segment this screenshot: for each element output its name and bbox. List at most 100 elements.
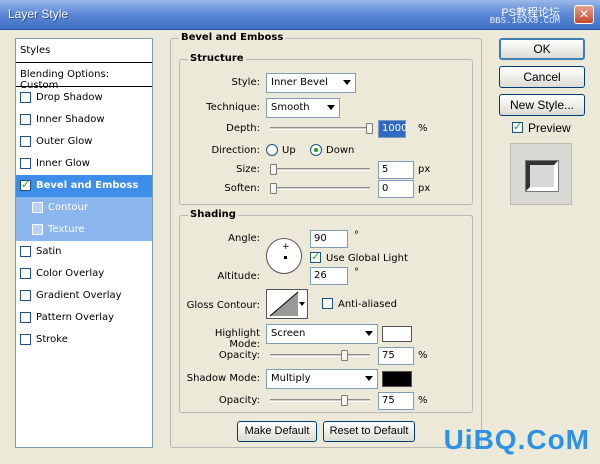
style-checkbox-inner-glow[interactable] bbox=[20, 158, 31, 169]
shadow-opacity-input[interactable]: 75 bbox=[378, 392, 414, 410]
highlight-mode-label: Highlight Mode: bbox=[214, 328, 260, 350]
anti-aliased-label: Anti-aliased bbox=[338, 299, 398, 310]
style-checkbox-bevel-and-emboss[interactable] bbox=[20, 178, 31, 191]
direction-up-label: Up bbox=[282, 145, 296, 156]
depth-unit: % bbox=[418, 123, 428, 134]
style-item-outer-glow[interactable]: Outer Glow bbox=[16, 131, 152, 153]
size-label: Size: bbox=[236, 164, 260, 175]
soften-unit: px bbox=[418, 183, 431, 194]
preview-label: Preview bbox=[528, 121, 571, 135]
technique-label: Technique: bbox=[206, 102, 260, 113]
style-item-label: Drop Shadow bbox=[36, 92, 103, 103]
size-slider-thumb[interactable] bbox=[270, 164, 277, 175]
style-item-label: Pattern Overlay bbox=[36, 312, 115, 323]
direction-label: Direction: bbox=[211, 145, 260, 156]
style-checkbox-satin[interactable] bbox=[20, 246, 31, 257]
reset-to-default-button[interactable]: Reset to Default bbox=[323, 421, 415, 442]
highlight-opacity-input[interactable]: 75 bbox=[378, 347, 414, 365]
style-item-label: Bevel and Emboss bbox=[36, 180, 139, 191]
style-item-label: Inner Glow bbox=[36, 158, 90, 169]
soften-label: Soften: bbox=[224, 183, 260, 194]
size-slider[interactable] bbox=[270, 168, 370, 171]
style-item-stroke[interactable]: Stroke bbox=[16, 329, 152, 351]
highlight-opacity-slider[interactable] bbox=[270, 354, 370, 357]
shadow-opacity-label: Opacity: bbox=[218, 395, 260, 406]
style-checkbox-contour[interactable] bbox=[32, 202, 43, 213]
angle-input[interactable]: 90 bbox=[310, 230, 348, 248]
angle-center-dot bbox=[284, 256, 287, 259]
style-checkbox-outer-glow[interactable] bbox=[20, 136, 31, 147]
style-item-color-overlay[interactable]: Color Overlay bbox=[16, 263, 152, 285]
styles-header[interactable]: Styles bbox=[16, 39, 152, 63]
depth-slider-thumb[interactable] bbox=[366, 123, 373, 134]
new-style-button[interactable]: New Style... bbox=[499, 94, 585, 116]
structure-title: Structure bbox=[188, 53, 246, 64]
chevron-down-icon bbox=[327, 105, 335, 110]
shadow-opacity-unit: % bbox=[418, 395, 428, 406]
style-checkbox-pattern-overlay[interactable] bbox=[20, 312, 31, 323]
soften-slider[interactable] bbox=[270, 187, 370, 190]
size-input[interactable]: 5 bbox=[378, 161, 414, 179]
highlight-color-swatch[interactable] bbox=[382, 326, 412, 342]
depth-slider[interactable] bbox=[270, 127, 370, 130]
style-item-satin[interactable]: Satin bbox=[16, 241, 152, 263]
shadow-mode-dropdown[interactable]: Multiply bbox=[266, 369, 378, 389]
style-item-inner-shadow[interactable]: Inner Shadow bbox=[16, 109, 152, 131]
chevron-down-icon bbox=[299, 302, 305, 306]
style-dropdown[interactable]: Inner Bevel bbox=[266, 73, 356, 93]
bevel-preview-icon bbox=[526, 161, 558, 191]
cancel-button[interactable]: Cancel bbox=[499, 66, 585, 88]
angle-unit: ° bbox=[354, 230, 359, 241]
soften-slider-thumb[interactable] bbox=[270, 183, 277, 194]
shadow-mode-label: Shadow Mode: bbox=[186, 373, 260, 384]
shadow-opacity-slider-thumb[interactable] bbox=[340, 395, 348, 406]
altitude-label: Altitude: bbox=[217, 271, 260, 282]
direction-down-label: Down bbox=[326, 145, 355, 156]
style-checkbox-inner-shadow[interactable] bbox=[20, 114, 31, 125]
anti-aliased-checkbox[interactable] bbox=[322, 298, 333, 309]
style-item-gradient-overlay[interactable]: Gradient Overlay bbox=[16, 285, 152, 307]
window-title: Layer Style bbox=[8, 7, 69, 21]
depth-input[interactable]: 1000 bbox=[378, 120, 407, 138]
style-item-contour[interactable]: Contour bbox=[16, 197, 152, 219]
altitude-unit: ° bbox=[354, 267, 359, 278]
style-checkbox-stroke[interactable] bbox=[20, 334, 31, 345]
direction-down-radio[interactable] bbox=[310, 144, 322, 156]
style-item-bevel-and-emboss[interactable]: Bevel and Emboss bbox=[16, 175, 152, 197]
angle-label: Angle: bbox=[228, 233, 260, 244]
soften-input[interactable]: 0 bbox=[378, 180, 414, 198]
shading-title: Shading bbox=[188, 209, 238, 220]
make-default-button[interactable]: Make Default bbox=[237, 421, 317, 442]
shadow-color-swatch[interactable] bbox=[382, 371, 412, 387]
chevron-down-icon bbox=[365, 331, 373, 336]
highlight-opacity-label: Opacity: bbox=[218, 350, 260, 361]
style-checkbox-texture[interactable] bbox=[32, 224, 43, 235]
site-logo-watermark: UiBQ.CoM bbox=[443, 424, 590, 455]
structure-group: Structure Style: Inner Bevel Technique: … bbox=[179, 53, 473, 205]
highlight-mode-dropdown[interactable]: Screen bbox=[266, 324, 378, 344]
style-item-texture[interactable]: Texture bbox=[16, 219, 152, 241]
crosshair-icon: + bbox=[282, 242, 290, 252]
shading-group: Shading Angle: + 90 ° Use Global Light A… bbox=[179, 209, 473, 413]
style-item-pattern-overlay[interactable]: Pattern Overlay bbox=[16, 307, 152, 329]
style-checkbox-drop-shadow[interactable] bbox=[20, 92, 31, 103]
preview-checkbox[interactable] bbox=[512, 120, 523, 133]
gloss-contour-picker[interactable] bbox=[266, 289, 308, 319]
close-button[interactable]: ✕ bbox=[574, 5, 594, 24]
gloss-contour-label: Gloss Contour: bbox=[186, 300, 260, 311]
style-item-label: Gradient Overlay bbox=[36, 290, 122, 301]
bevel-emboss-group: Bevel and Emboss Structure Style: Inner … bbox=[170, 32, 482, 448]
highlight-opacity-slider-thumb[interactable] bbox=[340, 350, 348, 361]
altitude-input[interactable]: 26 bbox=[310, 267, 348, 285]
ok-button[interactable]: OK bbox=[499, 38, 585, 60]
style-item-inner-glow[interactable]: Inner Glow bbox=[16, 153, 152, 175]
shadow-opacity-slider[interactable] bbox=[270, 399, 370, 402]
angle-dial[interactable]: + bbox=[266, 238, 302, 274]
contour-curve-icon bbox=[269, 291, 299, 317]
style-checkbox-color-overlay[interactable] bbox=[20, 268, 31, 279]
technique-dropdown[interactable]: Smooth bbox=[266, 98, 340, 118]
blending-options-item[interactable]: Blending Options: Custom bbox=[16, 63, 152, 91]
global-light-checkbox[interactable] bbox=[310, 250, 321, 263]
direction-up-radio[interactable] bbox=[266, 144, 278, 156]
style-checkbox-gradient-overlay[interactable] bbox=[20, 290, 31, 301]
